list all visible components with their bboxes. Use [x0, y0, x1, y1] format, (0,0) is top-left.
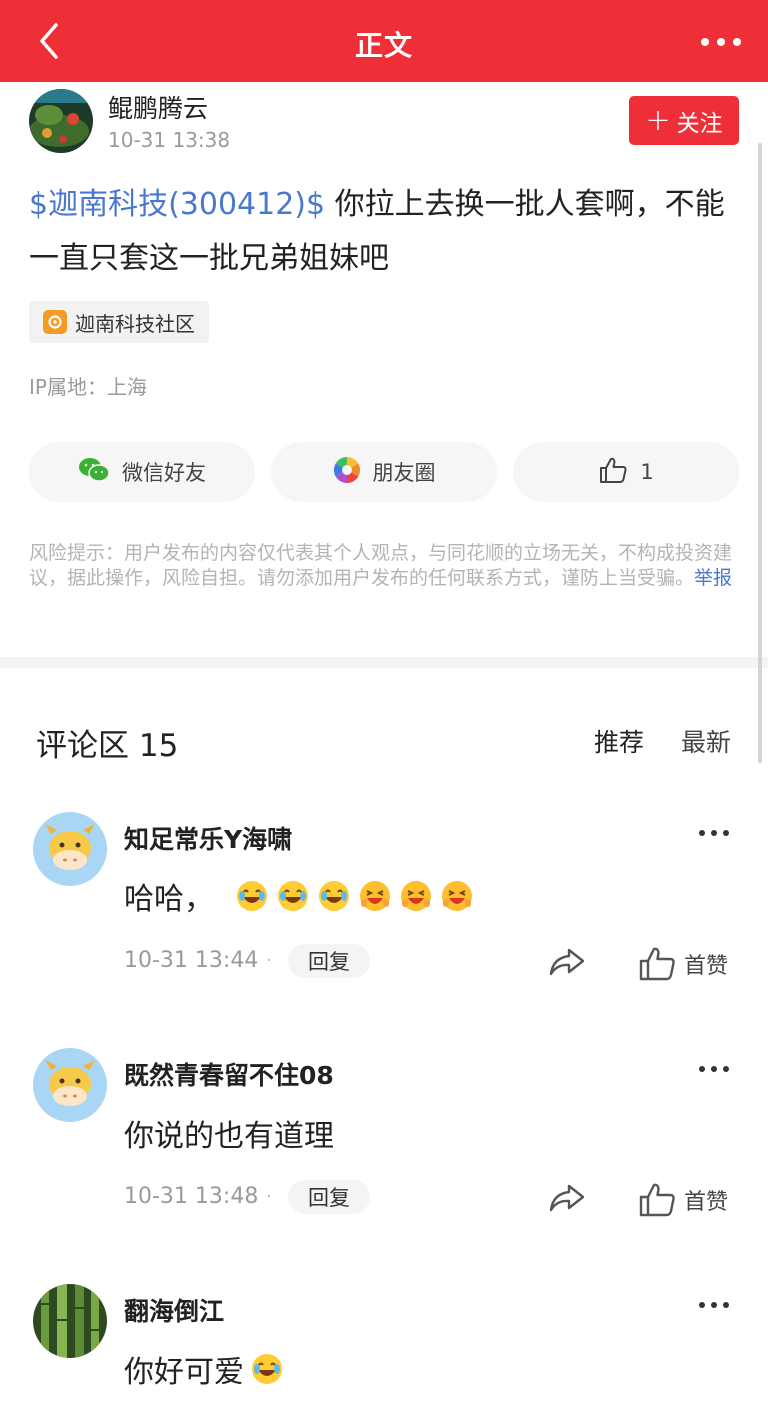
wechat-label: 微信好友: [122, 461, 206, 485]
thumbs-up-icon: [598, 456, 628, 489]
share-wechat-button[interactable]: 微信好友: [29, 442, 255, 502]
comment-avatar[interactable]: [33, 812, 107, 886]
author-avatar[interactable]: [29, 89, 93, 153]
moments-icon: [333, 456, 361, 489]
page-title: 正文: [354, 29, 413, 62]
risk-text: 风险提示：用户发布的内容仅代表其个人观点，与同花顺的立场无关，不构成投资建议，据…: [29, 542, 733, 589]
comment-username[interactable]: 知足常乐Y海啸: [124, 820, 292, 856]
comment-avatar[interactable]: [33, 1048, 107, 1122]
comment-username[interactable]: 翻海倒江: [124, 1292, 224, 1328]
comment-like-button[interactable]: 首赞: [638, 1180, 728, 1220]
sort-latest-tab[interactable]: 最新: [681, 723, 731, 759]
share-arrow-icon[interactable]: [547, 1180, 587, 1216]
comment-username[interactable]: 既然青春留不住08: [124, 1056, 334, 1092]
laugh-cry-emoji-icon: [319, 881, 349, 911]
post-content: $迦南科技(300412)$ 你拉上去换一批人套啊，不能一直只套这一批兄弟姐妹吧: [29, 178, 741, 286]
community-label: 迦南科技社区: [75, 311, 195, 336]
comment-text: 哈哈，: [124, 874, 474, 918]
comment-text: 你好可爱: [124, 1347, 284, 1391]
section-divider: [0, 657, 768, 668]
reply-button[interactable]: 回复: [288, 1180, 370, 1214]
comments-title: 评论区 15: [36, 728, 179, 764]
separator-dot: ·: [266, 950, 272, 971]
follow-button[interactable]: + 关注: [629, 96, 739, 145]
big-laugh-emoji-icon: [360, 881, 390, 911]
moments-label: 朋友圈: [372, 461, 436, 485]
comment-more-icon[interactable]: [696, 1059, 732, 1079]
comment-like-button[interactable]: 首赞: [638, 944, 728, 984]
report-link[interactable]: 举报: [694, 567, 732, 589]
comment-avatar[interactable]: [33, 1284, 107, 1358]
sort-recommend-tab[interactable]: 推荐: [594, 723, 644, 759]
scrollbar[interactable]: [758, 143, 762, 763]
author-name[interactable]: 鲲鹏腾云: [108, 89, 208, 125]
laugh-cry-emoji-icon: [237, 881, 267, 911]
comment-more-icon[interactable]: [696, 1295, 732, 1315]
thumbs-up-icon: [639, 1183, 675, 1217]
like-count: 1: [640, 460, 654, 484]
reply-button[interactable]: 回复: [288, 944, 370, 978]
more-dots-icon[interactable]: [696, 22, 746, 62]
share-moments-button[interactable]: 朋友圈: [271, 442, 497, 502]
post-time: 10-31 13:38: [108, 128, 231, 152]
separator-dot: ·: [266, 1186, 272, 1207]
comment-more-icon[interactable]: [696, 823, 732, 843]
stock-tag-link[interactable]: $迦南科技(300412)$: [29, 187, 325, 222]
community-icon: [43, 310, 67, 334]
emoji-group: [228, 879, 474, 913]
wechat-icon: [78, 456, 110, 489]
comment-time: 10-31 13:44: [124, 948, 259, 973]
comment-time: 10-31 13:48: [124, 1184, 259, 1209]
big-laugh-emoji-icon: [401, 881, 431, 911]
laugh-cry-emoji-icon: [278, 881, 308, 911]
big-laugh-emoji-icon: [442, 881, 472, 911]
like-label: 首赞: [684, 1190, 729, 1215]
comment-body: 你好可爱: [124, 1355, 244, 1390]
follow-label: 关注: [676, 110, 723, 137]
community-tag[interactable]: 迦南科技社区: [29, 301, 209, 343]
plus-icon: +: [645, 102, 671, 138]
like-button[interactable]: 1: [513, 442, 739, 502]
top-bar: 正文: [0, 0, 768, 82]
share-arrow-icon[interactable]: [547, 944, 587, 980]
comment-text: 你说的也有道理: [124, 1119, 334, 1154]
ip-location: IP属地：上海: [29, 375, 147, 399]
laugh-cry-emoji-icon: [252, 1354, 282, 1384]
thumbs-up-icon: [639, 947, 675, 981]
like-label: 首赞: [684, 954, 729, 979]
comment-body: 哈哈，: [124, 882, 214, 917]
risk-notice: 风险提示：用户发布的内容仅代表其个人观点，与同花顺的立场无关，不构成投资建议，据…: [29, 541, 741, 591]
